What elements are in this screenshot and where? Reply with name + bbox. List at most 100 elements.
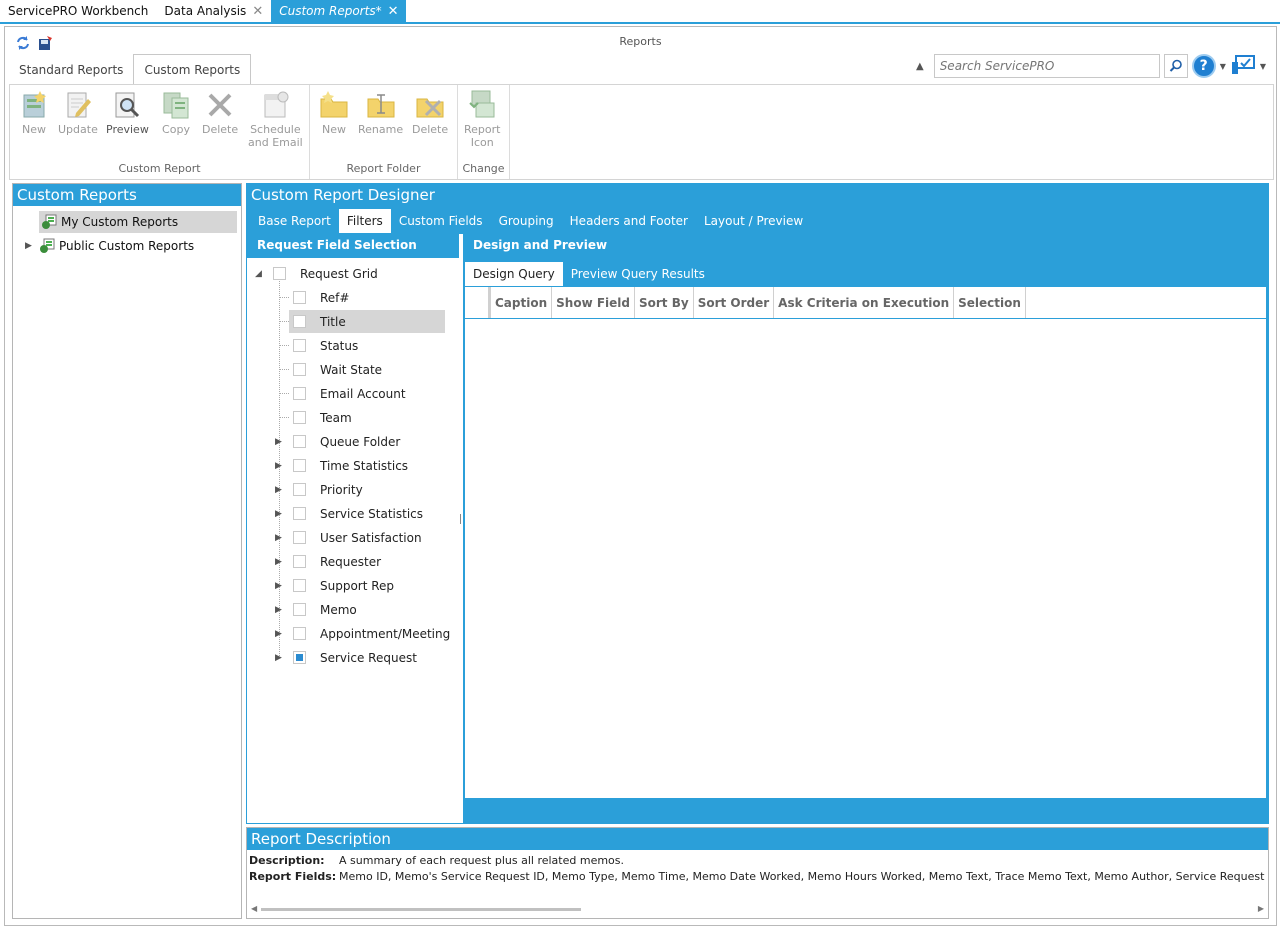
horizontal-scrollbar[interactable]: ◀ ▶ — [251, 904, 1264, 914]
tab-servicepro-workbench[interactable]: ServicePRO Workbench — [0, 0, 156, 22]
tab-design-query[interactable]: Design Query — [465, 262, 563, 286]
tree-item-public-custom-reports[interactable]: ▶ Public Custom Reports — [25, 235, 194, 257]
expand-icon[interactable]: ▶ — [25, 241, 37, 251]
field-title[interactable]: Title — [289, 310, 445, 333]
update-report-button[interactable]: Update — [58, 89, 98, 136]
field-email-account[interactable]: Email Account — [289, 382, 406, 405]
checkbox[interactable] — [293, 603, 306, 616]
field-requester[interactable]: ▶ Requester — [275, 550, 381, 573]
expand-icon[interactable]: ▶ — [275, 461, 287, 471]
tab-preview-query-results[interactable]: Preview Query Results — [563, 262, 713, 286]
expand-icon[interactable]: ▶ — [275, 533, 287, 543]
main-window: Reports Standard Reports Custom Reports … — [4, 26, 1277, 926]
report-icon-button[interactable]: Report Icon — [464, 89, 500, 149]
checkbox[interactable] — [273, 267, 286, 280]
checkbox[interactable] — [293, 531, 306, 544]
field-user-satisfaction[interactable]: ▶ User Satisfaction — [275, 526, 422, 549]
field-ref[interactable]: Ref# — [289, 286, 445, 309]
new-report-button[interactable]: New — [18, 89, 50, 136]
search-area: ▲ ? ▼ ▼ — [916, 54, 1266, 78]
checkbox[interactable] — [293, 291, 306, 304]
field-request-grid[interactable]: ◢ Request Grid — [255, 262, 378, 285]
scroll-right-icon[interactable]: ▶ — [1258, 904, 1264, 913]
checkbox[interactable] — [293, 363, 306, 376]
tab-standard-reports[interactable]: Standard Reports — [9, 56, 133, 84]
column-sort-order[interactable]: Sort Order — [694, 287, 775, 318]
checkbox[interactable] — [293, 507, 306, 520]
column-sort-by[interactable]: Sort By — [635, 287, 694, 318]
search-input[interactable] — [933, 54, 1160, 78]
tab-data-analysis[interactable]: Data Analysis ✕ — [156, 0, 271, 22]
tab-headers-and-footer[interactable]: Headers and Footer — [562, 209, 696, 233]
expand-icon[interactable]: ▶ — [275, 509, 287, 519]
expand-icon[interactable]: ▶ — [275, 605, 287, 615]
tab-filters[interactable]: Filters — [338, 209, 391, 233]
tab-custom-reports-ribbon[interactable]: Custom Reports — [133, 54, 252, 84]
expand-icon[interactable]: ▶ — [275, 653, 287, 663]
column-ask-criteria[interactable]: Ask Criteria on Execution — [774, 287, 955, 318]
column-caption[interactable]: Caption — [491, 287, 553, 318]
checkbox[interactable] — [293, 339, 306, 352]
column-show-field[interactable]: Show Field — [552, 287, 635, 318]
tab-custom-reports[interactable]: Custom Reports* ✕ — [271, 0, 407, 22]
copy-report-button[interactable]: Copy — [160, 89, 192, 136]
checkbox[interactable] — [293, 387, 306, 400]
checkbox[interactable] — [293, 459, 306, 472]
tab-label: ServicePRO Workbench — [8, 4, 149, 18]
checkbox[interactable] — [293, 579, 306, 592]
button-label: Preview — [106, 123, 149, 136]
field-wait-state[interactable]: Wait State — [289, 358, 382, 381]
expand-icon[interactable]: ▶ — [275, 629, 287, 639]
delete-folder-button[interactable]: Delete — [412, 89, 448, 136]
field-time-statistics[interactable]: ▶ Time Statistics — [275, 454, 408, 477]
field-label: Memo — [320, 602, 357, 617]
checkbox[interactable] — [293, 627, 306, 640]
collapse-icon[interactable]: ◢ — [255, 269, 267, 279]
checkbox[interactable] — [293, 315, 306, 328]
checkbox[interactable] — [293, 411, 306, 424]
new-folder-button[interactable]: New — [318, 89, 350, 136]
checkbox[interactable] — [293, 651, 306, 664]
group-label: Change — [462, 162, 505, 175]
expand-icon[interactable]: ▶ — [275, 485, 287, 495]
scroll-thumb[interactable] — [261, 908, 581, 911]
field-appointment-meeting[interactable]: ▶ Appointment/Meeting — [275, 622, 450, 645]
field-priority[interactable]: ▶ Priority — [275, 478, 363, 501]
schedule-and-email-button[interactable]: Schedule and Email — [248, 89, 303, 149]
checkbox[interactable] — [293, 435, 306, 448]
field-status[interactable]: Status — [289, 334, 358, 357]
field-queue-folder[interactable]: ▶ Queue Folder — [275, 430, 400, 453]
checkbox[interactable] — [293, 483, 306, 496]
field-memo[interactable]: ▶ Memo — [275, 598, 357, 621]
tab-layout-preview[interactable]: Layout / Preview — [696, 209, 811, 233]
field-team[interactable]: Team — [289, 406, 352, 429]
field-support-rep[interactable]: ▶ Support Rep — [275, 574, 394, 597]
button-label: Rename — [358, 123, 404, 136]
rename-folder-button[interactable]: Rename — [358, 89, 403, 136]
tree-item-my-custom-reports[interactable]: My Custom Reports — [39, 211, 237, 233]
expand-icon[interactable]: ▶ — [275, 437, 287, 447]
collapse-ribbon-icon[interactable]: ▲ — [916, 61, 924, 72]
field-service-request[interactable]: ▶ Service Request — [275, 646, 417, 669]
field-label: Appointment/Meeting — [320, 626, 451, 641]
expand-icon[interactable]: ▶ — [275, 581, 287, 591]
help-dropdown-icon[interactable]: ▼ — [1220, 62, 1226, 71]
monitor-dropdown-icon[interactable]: ▼ — [1260, 62, 1266, 71]
search-button[interactable] — [1163, 54, 1188, 78]
column-selection[interactable]: Selection — [954, 287, 1026, 318]
tab-grouping[interactable]: Grouping — [491, 209, 562, 233]
monitor-icon[interactable] — [1230, 54, 1256, 78]
preview-report-button[interactable]: Preview — [106, 89, 149, 136]
help-button[interactable]: ? — [1191, 54, 1216, 78]
expand-icon[interactable]: ▶ — [275, 557, 287, 567]
field-service-statistics[interactable]: ▶ Service Statistics — [275, 502, 423, 525]
checkbox[interactable] — [293, 555, 306, 568]
report-folder-group: New Rename Delete Report Folder — [310, 85, 458, 179]
close-icon[interactable]: ✕ — [252, 4, 263, 19]
close-icon[interactable]: ✕ — [388, 4, 399, 19]
delete-report-button[interactable]: Delete — [202, 89, 238, 136]
scroll-left-icon[interactable]: ◀ — [251, 904, 257, 913]
button-label: Delete — [412, 123, 449, 136]
tab-base-report[interactable]: Base Report — [250, 209, 339, 233]
tab-custom-fields[interactable]: Custom Fields — [391, 209, 491, 233]
